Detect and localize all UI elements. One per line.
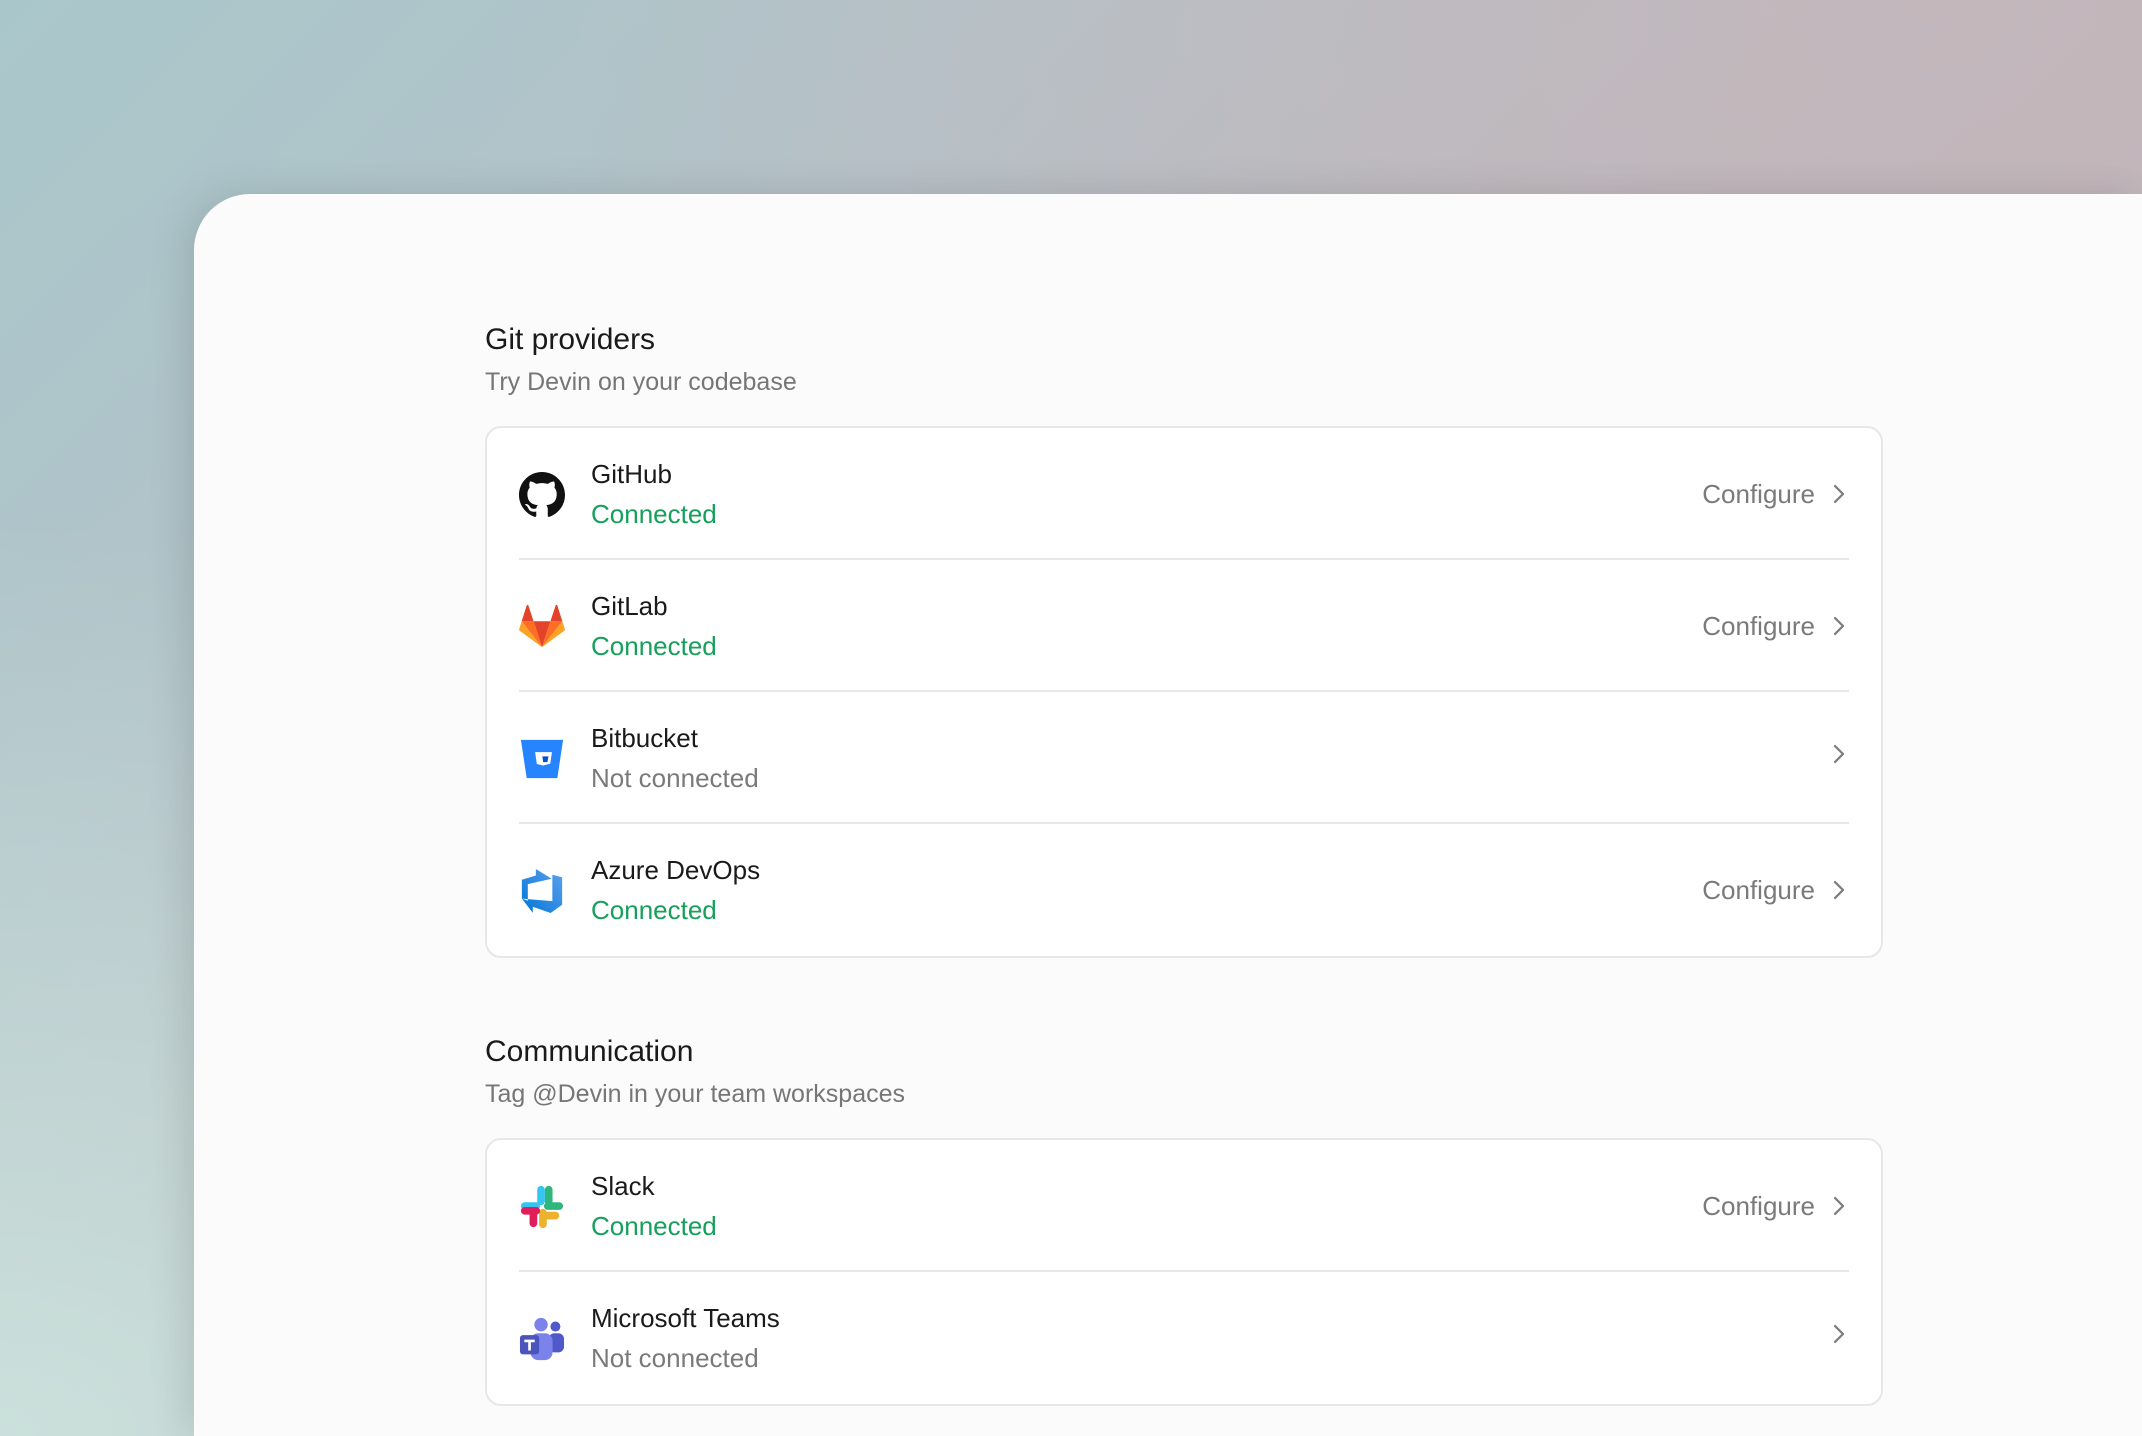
configure-button[interactable]: Configure — [1702, 478, 1849, 510]
configure-button[interactable]: Configure — [1702, 1190, 1849, 1222]
integration-status: Connected — [591, 631, 717, 661]
configure-label: Configure — [1702, 1191, 1815, 1221]
integration-row-gitlab[interactable]: GitLab Connected Configure — [519, 560, 1849, 692]
github-icon — [519, 472, 565, 518]
settings-window: Git providers Try Devin on your codebase… — [194, 194, 2142, 1436]
integration-name: Slack — [591, 1171, 655, 1201]
git-providers-subtitle: Try Devin on your codebase — [485, 368, 797, 396]
configure-label: Configure — [1702, 479, 1815, 509]
microsoft-teams-icon — [519, 1316, 565, 1362]
git-providers-title: Git providers — [485, 323, 656, 356]
integration-name: GitHub — [591, 459, 672, 489]
chevron-right-icon — [1829, 482, 1849, 506]
integration-row-slack[interactable]: Slack Connected Configure — [519, 1140, 1849, 1272]
gitlab-icon — [519, 604, 565, 650]
integration-name: Azure DevOps — [591, 855, 761, 885]
integration-status: Connected — [591, 499, 717, 529]
integration-row-microsoft-teams[interactable]: Microsoft Teams Not connected — [519, 1272, 1849, 1404]
open-integration-button[interactable] — [1829, 742, 1849, 766]
integration-name: Microsoft Teams — [591, 1303, 780, 1333]
configure-label: Configure — [1702, 611, 1815, 641]
integration-status: Connected — [591, 895, 717, 925]
configure-label: Configure — [1702, 875, 1815, 905]
bitbucket-icon — [519, 736, 565, 782]
integration-status: Connected — [591, 1211, 717, 1241]
chevron-right-icon — [1829, 878, 1849, 902]
integration-row-github[interactable]: GitHub Connected Configure — [519, 428, 1849, 560]
integration-status: Not connected — [591, 763, 759, 793]
slack-icon — [519, 1184, 565, 1230]
chevron-right-icon — [1829, 614, 1849, 638]
integration-row-azure-devops[interactable]: Azure DevOps Connected Configure — [519, 824, 1849, 956]
chevron-right-icon — [1829, 742, 1849, 766]
chevron-right-icon — [1829, 1194, 1849, 1218]
communication-card: Slack Connected Configure Microsoft Team… — [485, 1138, 1883, 1406]
communication-subtitle: Tag @Devin in your team workspaces — [485, 1080, 905, 1108]
azure-devops-icon — [519, 868, 565, 914]
configure-button[interactable]: Configure — [1702, 874, 1849, 906]
integration-name: Bitbucket — [591, 723, 698, 753]
communication-title: Communication — [485, 1035, 694, 1068]
git-providers-card: GitHub Connected Configure GitLab Connec… — [485, 426, 1883, 958]
integration-row-bitbucket[interactable]: Bitbucket Not connected — [519, 692, 1849, 824]
integration-status: Not connected — [591, 1343, 759, 1373]
configure-button[interactable]: Configure — [1702, 610, 1849, 642]
chevron-right-icon — [1829, 1322, 1849, 1346]
open-integration-button[interactable] — [1829, 1322, 1849, 1346]
integration-name: GitLab — [591, 591, 668, 621]
